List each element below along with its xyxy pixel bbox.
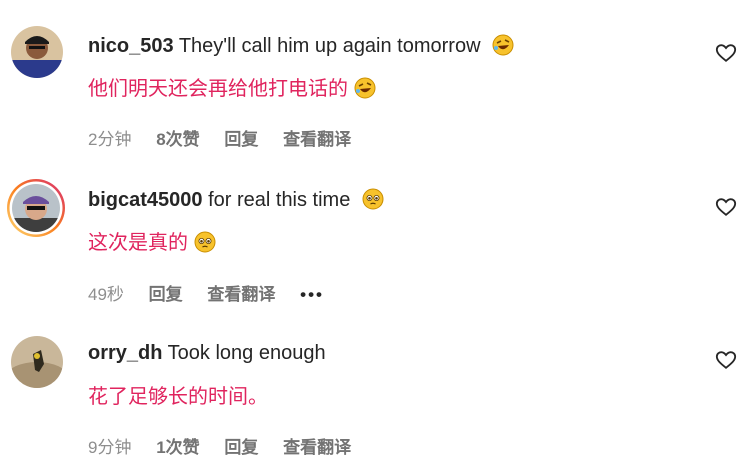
reply-button[interactable]: 回复	[224, 438, 258, 457]
see-translation-button[interactable]: 查看翻译	[283, 438, 351, 457]
pleading-face-emoji-icon	[194, 231, 216, 259]
likes-count[interactable]: 1次赞	[156, 438, 199, 457]
see-translation-button[interactable]: 查看翻译	[207, 285, 275, 304]
translation-text: 他们明天还会再给他打电话的	[88, 78, 348, 100]
timestamp: 2分钟	[88, 130, 132, 149]
comment-text: for real this time	[208, 189, 351, 211]
translation-text: 这次是真的	[88, 232, 188, 254]
avatar[interactable]	[11, 26, 63, 78]
see-translation-button[interactable]: 查看翻译	[283, 130, 351, 149]
reply-button[interactable]: 回复	[224, 130, 258, 149]
avatar[interactable]	[11, 336, 63, 388]
like-heart-icon[interactable]	[715, 349, 737, 371]
like-heart-icon[interactable]	[715, 42, 737, 64]
comment-text: They'll call him up again tomorrow	[178, 35, 481, 57]
rolling-on-floor-laughing-emoji-icon	[354, 77, 376, 105]
reply-button[interactable]: 回复	[149, 285, 183, 304]
avatar-with-story-ring[interactable]	[6, 178, 66, 238]
timestamp: 49秒	[88, 285, 124, 304]
likes-count[interactable]: 8次赞	[156, 130, 199, 149]
username[interactable]: orry_dh	[88, 342, 162, 364]
pleading-face-emoji-icon	[362, 188, 384, 216]
timestamp: 9分钟	[88, 438, 132, 457]
comment-text: Took long enough	[167, 342, 326, 364]
like-heart-icon[interactable]	[715, 196, 737, 218]
username[interactable]: bigcat45000	[88, 189, 203, 211]
more-options-icon[interactable]: •••	[300, 285, 324, 304]
rolling-on-floor-laughing-emoji-icon	[492, 34, 514, 62]
translation-text: 花了足够长的时间。	[88, 386, 268, 408]
username[interactable]: nico_503	[88, 35, 174, 57]
